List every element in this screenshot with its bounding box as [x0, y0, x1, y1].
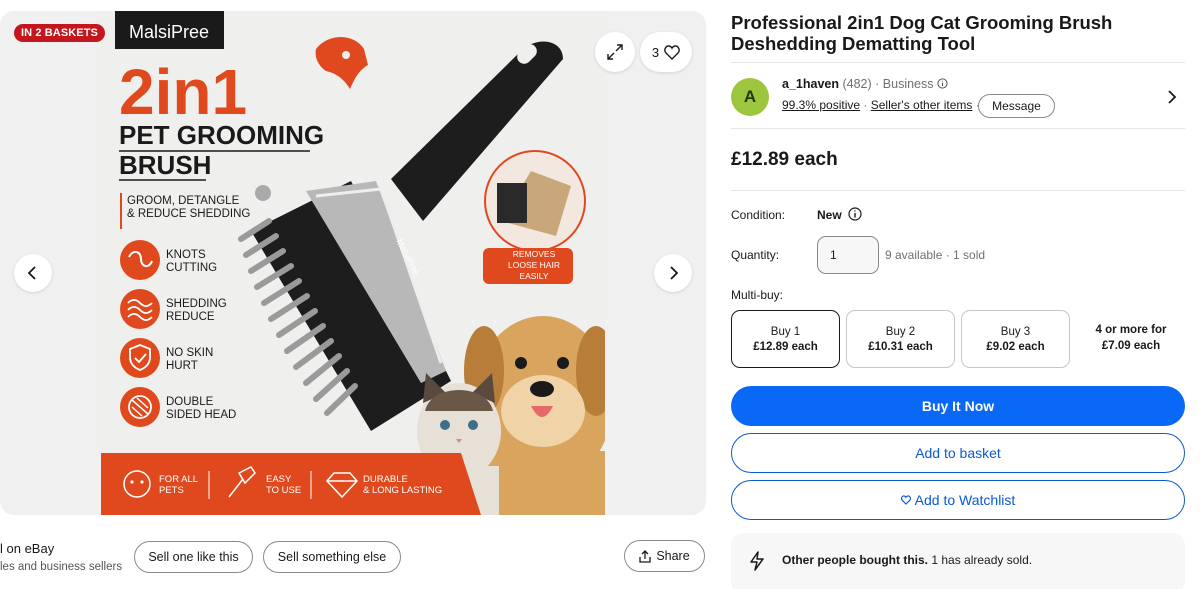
expand-image-button[interactable]	[595, 32, 635, 72]
watch-count-button[interactable]: 3	[640, 32, 692, 72]
listing-title: Professional 2in1 Dog Cat Grooming Brush…	[731, 12, 1113, 54]
condition-label: Condition:	[731, 208, 786, 222]
footer-durable-line2: & LONG LASTING	[363, 485, 442, 496]
feature-double-line1: DOUBLE	[166, 396, 214, 408]
quantity-input[interactable]: 1	[817, 236, 879, 274]
add-to-watchlist-label: Add to Watchlist	[914, 492, 1016, 508]
chevron-right-icon	[670, 266, 679, 280]
multibuy-more-option[interactable]: 4 or more for £7.09 each	[1077, 322, 1185, 354]
seller-info: a_1haven (482) · Business	[782, 77, 948, 91]
share-label: Share	[656, 549, 690, 563]
multibuy-option-1[interactable]: Buy 1 £12.89 each	[731, 310, 840, 368]
share-icon	[639, 549, 651, 563]
multibuy-option-3[interactable]: Buy 3 £9.02 each	[961, 310, 1070, 368]
seller-type: · Business	[875, 77, 934, 91]
divider	[731, 190, 1185, 191]
feature-shedding-line2: REDUCE	[166, 311, 215, 323]
subhead-line2: BRUSH	[119, 150, 211, 180]
seller-feedback-count[interactable]: (482)	[842, 77, 871, 91]
feature-knots-line1: KNOTS	[166, 249, 206, 261]
multibuy-option-price: £10.31 each	[868, 340, 933, 353]
message-seller-button[interactable]: Message	[978, 94, 1055, 118]
callout-line2: LOOSE HAIR	[508, 260, 560, 270]
sell-section-subtitle: les and business sellers	[0, 561, 123, 573]
multibuy-option-label: Buy 1	[770, 325, 801, 338]
sell-one-like-this-button[interactable]: Sell one like this	[134, 541, 253, 573]
callout-line3: EASILY	[519, 271, 548, 281]
add-to-watchlist-button[interactable]: Add to Watchlist	[731, 480, 1185, 520]
tagline-line2: & REDUCE SHEDDING	[127, 208, 250, 220]
feature-double-line2: SIDED HEAD	[166, 409, 236, 421]
sell-something-else-button[interactable]: Sell something else	[263, 541, 401, 573]
feature-shedding-line1: SHEDDING	[166, 298, 227, 310]
seller-other-items-link[interactable]: Seller's other items	[871, 98, 973, 112]
sell-section-title: l on eBay	[0, 541, 55, 556]
callout-line1: REMOVES	[513, 249, 556, 259]
quantity-label: Quantity:	[731, 248, 780, 262]
share-button[interactable]: Share	[624, 540, 705, 572]
chevron-right-icon	[1168, 90, 1177, 104]
feature-knots-line2: CUTTING	[166, 262, 217, 274]
feature-no-skin-line2: HURT	[166, 360, 198, 372]
seller-details-chevron[interactable]	[1166, 89, 1178, 110]
feature-no-skin-line1: NO SKIN	[166, 347, 213, 359]
item-price: £12.89 each	[731, 149, 838, 170]
divider	[731, 128, 1185, 129]
footer-easy-line2: TO USE	[266, 485, 301, 496]
footer-easy-line1: EASY	[266, 474, 292, 485]
multibuy-option-price: £12.89 each	[753, 340, 818, 353]
multibuy-option-label: Buy 2	[885, 325, 916, 338]
previous-image-button[interactable]	[14, 254, 52, 292]
multibuy-option-2[interactable]: Buy 2 £10.31 each	[846, 310, 955, 368]
footer-durable-line1: DURABLE	[363, 474, 408, 485]
lightning-icon	[750, 551, 764, 571]
seller-links: 99.3% positive · Seller's other items ·	[782, 98, 980, 112]
other-bought-bold: Other people bought this.	[782, 553, 928, 567]
divider	[731, 62, 1185, 63]
info-icon[interactable]	[937, 78, 948, 89]
listing-page: MalsiPree 2in1 PET GROOMING BRUSH GROOM,…	[0, 0, 1201, 589]
image-gallery[interactable]: MalsiPree 2in1 PET GROOMING BRUSH GROOM,…	[0, 11, 706, 515]
chevron-left-icon	[27, 266, 36, 280]
condition-info-icon[interactable]	[848, 207, 862, 221]
in-baskets-badge: IN 2 BASKETS	[14, 24, 105, 42]
callout-badge: REMOVES LOOSE HAIR EASILY	[483, 150, 586, 284]
heart-icon	[664, 44, 680, 60]
condition-value: New	[817, 208, 842, 222]
multibuy-option-price: £9.02 each	[986, 340, 1045, 353]
headline-text: 2in1	[119, 56, 247, 128]
brand-logo-text: MalsiPree	[129, 22, 209, 42]
seller-name-link[interactable]: a_1haven	[782, 77, 839, 91]
next-image-button[interactable]	[654, 254, 692, 292]
buy-it-now-button[interactable]: Buy It Now	[731, 386, 1185, 426]
expand-icon	[607, 44, 623, 60]
watch-count: 3	[651, 44, 660, 60]
other-people-bought-text: Other people bought this. 1 has already …	[782, 553, 1032, 567]
subhead-line1: PET GROOMING	[119, 120, 324, 150]
add-to-basket-button[interactable]: Add to basket	[731, 433, 1185, 473]
seller-positive-link[interactable]: 99.3% positive	[782, 98, 860, 112]
quantity-availability: 9 available · 1 sold	[885, 248, 986, 262]
footer-pets-line1: FOR ALL	[159, 474, 198, 485]
tagline-line1: GROOM, DETANGLE	[127, 195, 240, 207]
other-bought-rest: 1 has already sold.	[931, 553, 1033, 567]
multibuy-option-label: Buy 3	[1000, 325, 1031, 338]
footer-pets-line2: PETS	[159, 485, 184, 496]
product-image[interactable]: MalsiPree 2in1 PET GROOMING BRUSH GROOM,…	[101, 11, 605, 515]
multibuy-more-line2: £7.09 each	[1101, 340, 1161, 352]
multibuy-label: Multi-buy:	[731, 288, 784, 302]
seller-avatar[interactable]: A	[731, 78, 769, 116]
multibuy-more-line1: 4 or more for	[1095, 324, 1167, 336]
heart-icon	[900, 495, 911, 505]
